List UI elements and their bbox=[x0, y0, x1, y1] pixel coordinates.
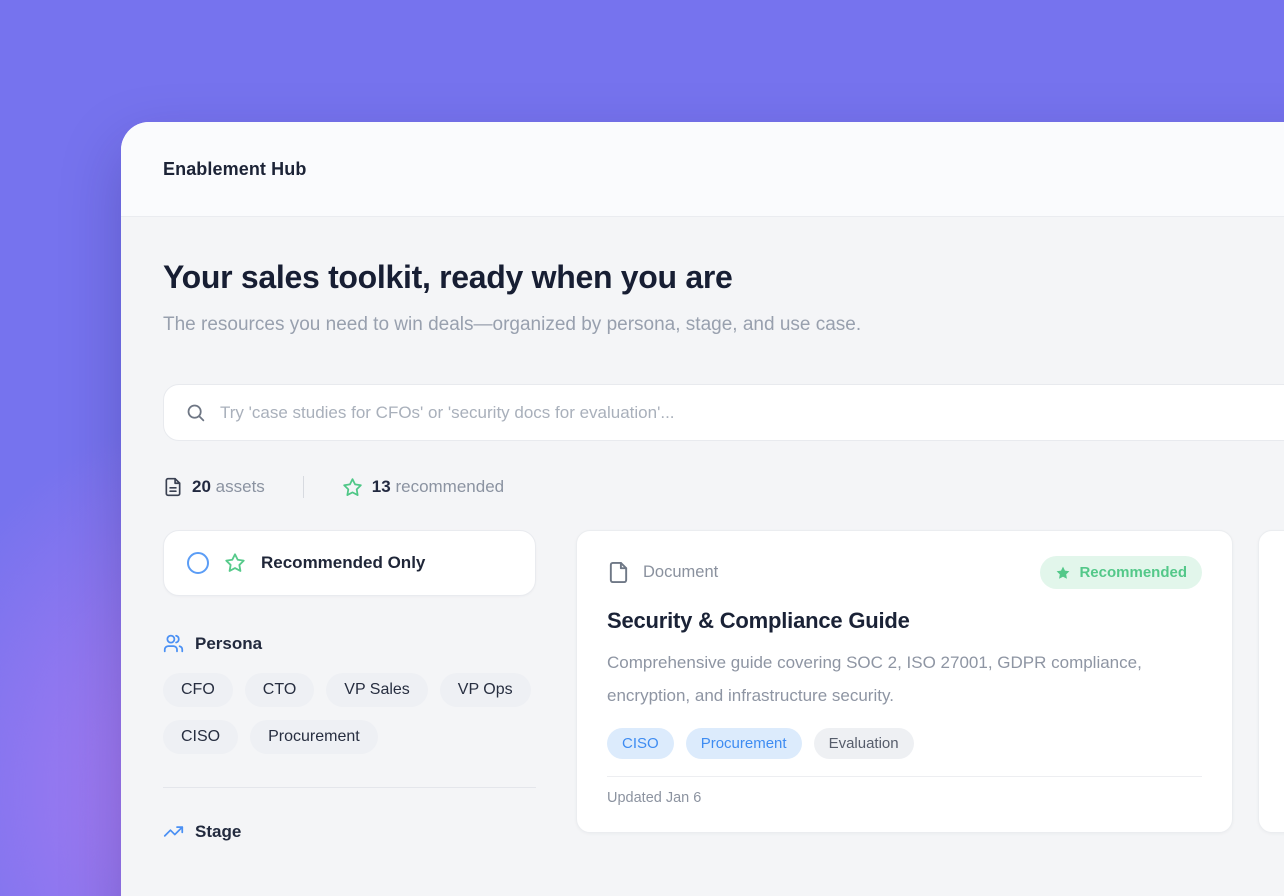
enablement-hub-panel: Enablement Hub Your sales toolkit, ready… bbox=[121, 122, 1284, 896]
card-title: Security & Compliance Guide bbox=[607, 608, 1202, 634]
assets-label: assets bbox=[216, 477, 265, 496]
search-bar[interactable] bbox=[163, 384, 1284, 441]
star-icon bbox=[224, 552, 246, 574]
search-icon bbox=[185, 402, 206, 423]
asset-card-security-compliance-guide[interactable]: Document Recommended Security & Complian… bbox=[576, 530, 1233, 833]
card-type-label: Document bbox=[643, 563, 718, 582]
users-icon bbox=[163, 633, 184, 654]
persona-chip-cto[interactable]: CTO bbox=[245, 673, 314, 707]
search-input[interactable] bbox=[220, 403, 1284, 423]
filters-sidebar: Recommended Only Persona bbox=[163, 530, 536, 842]
content-area: Recommended Only Persona bbox=[163, 530, 1284, 842]
recommended-badge-label: Recommended bbox=[1079, 564, 1187, 581]
asset-card-partial[interactable] bbox=[1258, 530, 1284, 833]
recommended-only-label: Recommended Only bbox=[261, 553, 425, 573]
stage-header: Stage bbox=[163, 821, 536, 842]
card-divider bbox=[607, 776, 1202, 777]
toggle-circle-icon[interactable] bbox=[187, 552, 209, 574]
asset-cards-row: Document Recommended Security & Complian… bbox=[576, 530, 1284, 833]
persona-chip-cfo[interactable]: CFO bbox=[163, 673, 233, 707]
stats-row: 20 assets 13 recommended bbox=[163, 476, 1284, 498]
tag-ciso[interactable]: CISO bbox=[607, 728, 674, 759]
star-icon bbox=[342, 477, 363, 498]
recommended-badge: Recommended bbox=[1040, 556, 1202, 589]
persona-chip-list: CFO CTO VP Sales VP Ops CISO Procurement bbox=[163, 673, 536, 754]
sidebar-divider bbox=[163, 787, 536, 788]
persona-title: Persona bbox=[195, 634, 262, 654]
recommended-count: 13 bbox=[372, 477, 391, 496]
persona-chip-vp-sales[interactable]: VP Sales bbox=[326, 673, 428, 707]
file-text-icon bbox=[163, 477, 183, 497]
recommended-only-toggle[interactable]: Recommended Only bbox=[163, 530, 536, 596]
card-tag-list: CISO Procurement Evaluation bbox=[607, 728, 1202, 759]
stats-divider bbox=[303, 476, 304, 498]
recommended-stat: 13 recommended bbox=[342, 477, 504, 498]
card-updated: Updated Jan 6 bbox=[607, 790, 1202, 832]
tag-evaluation[interactable]: Evaluation bbox=[814, 728, 914, 759]
recommended-label: recommended bbox=[395, 477, 504, 496]
stage-filter-section: Stage bbox=[163, 821, 536, 842]
page-title: Your sales toolkit, ready when you are bbox=[163, 259, 1284, 296]
trending-up-icon bbox=[163, 821, 184, 842]
stage-title: Stage bbox=[195, 822, 241, 842]
persona-chip-ciso[interactable]: CISO bbox=[163, 720, 238, 754]
assets-stat: 20 assets bbox=[163, 477, 265, 497]
persona-chip-vp-ops[interactable]: VP Ops bbox=[440, 673, 531, 707]
tag-procurement[interactable]: Procurement bbox=[686, 728, 802, 759]
persona-filter-section: Persona CFO CTO VP Sales VP Ops CISO Procurem… bbox=[163, 633, 536, 754]
star-filled-icon bbox=[1055, 565, 1071, 581]
page-subtitle: The resources you need to win deals—orga… bbox=[163, 305, 983, 344]
app-title: Enablement Hub bbox=[163, 159, 306, 180]
panel-header: Enablement Hub bbox=[121, 122, 1284, 217]
panel-body: Your sales toolkit, ready when you are T… bbox=[121, 259, 1284, 842]
persona-chip-procurement[interactable]: Procurement bbox=[250, 720, 378, 754]
document-icon bbox=[607, 561, 630, 584]
card-top-row: Document Recommended bbox=[607, 556, 1202, 589]
persona-header: Persona bbox=[163, 633, 536, 654]
card-description: Comprehensive guide covering SOC 2, ISO … bbox=[607, 646, 1197, 712]
assets-count: 20 bbox=[192, 477, 211, 496]
card-type: Document bbox=[607, 561, 718, 584]
